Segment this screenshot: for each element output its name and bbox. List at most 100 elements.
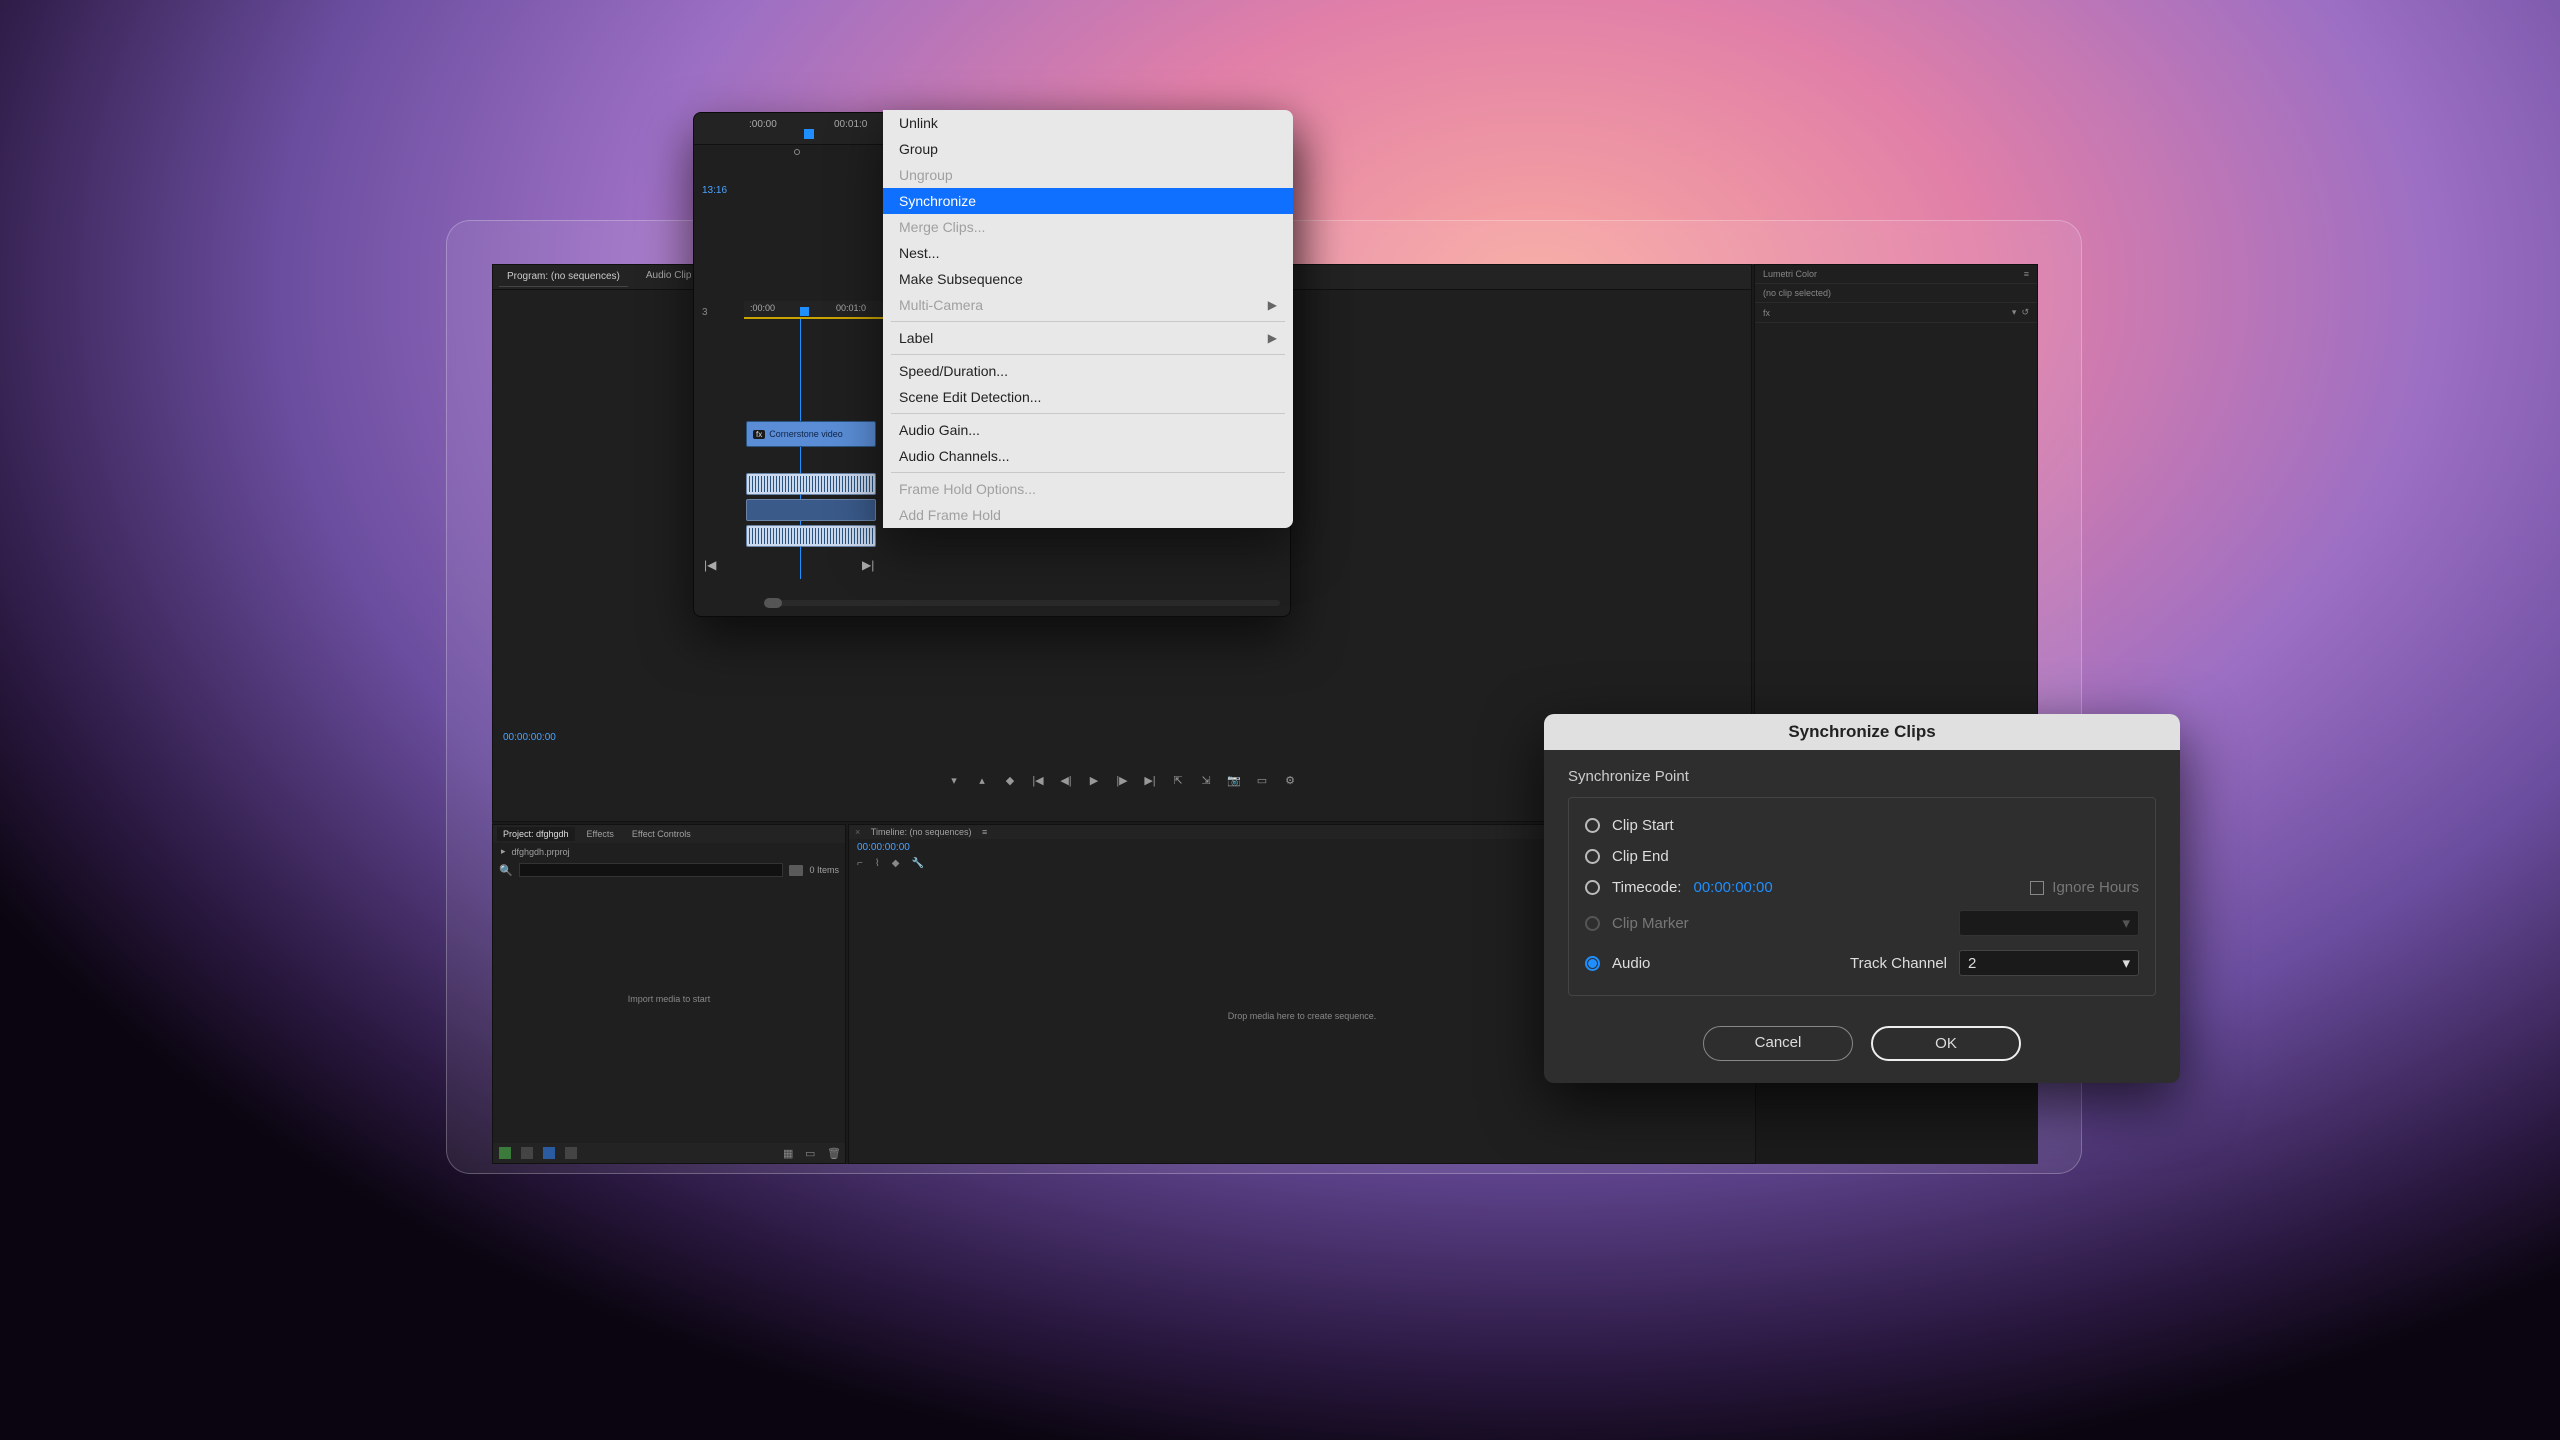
tab-project[interactable]: Project: dfghgdh xyxy=(497,827,575,841)
playhead-marker-icon[interactable] xyxy=(804,129,814,139)
menu-item-label[interactable]: Label▶ xyxy=(883,325,1293,351)
project-item-count: 0 Items xyxy=(809,865,839,875)
dialog-title: Synchronize Clips xyxy=(1544,714,2180,750)
track-channel-select[interactable]: 2 ▾ xyxy=(1959,950,2139,976)
ruler-tick: 00:01:0 xyxy=(836,303,866,313)
menu-item-synchronize[interactable]: Synchronize xyxy=(883,188,1293,214)
label-clip-marker: Clip Marker xyxy=(1612,915,1689,932)
step-fwd-icon[interactable]: |▶ xyxy=(1115,774,1129,787)
settings-icon[interactable]: ⚙ xyxy=(1283,774,1297,787)
mark-in-icon[interactable]: ▾ xyxy=(947,774,961,787)
radio-audio[interactable] xyxy=(1585,956,1600,971)
checkbox-ignore-hours[interactable] xyxy=(2030,881,2044,895)
freeform-view-icon[interactable] xyxy=(543,1147,555,1159)
tab-effect-controls[interactable]: Effect Controls xyxy=(626,827,697,841)
menu-separator xyxy=(891,321,1285,322)
menu-item-merge-clips: Merge Clips... xyxy=(883,214,1293,240)
menu-item-label: Multi-Camera xyxy=(899,297,983,313)
add-marker-icon[interactable]: ◆ xyxy=(1003,774,1017,787)
menu-item-group[interactable]: Group xyxy=(883,136,1293,162)
menu-item-label: Merge Clips... xyxy=(899,219,985,235)
tab-effects[interactable]: Effects xyxy=(581,827,620,841)
new-item-icon[interactable]: ▦ xyxy=(783,1147,795,1159)
audio-clip-1[interactable] xyxy=(746,473,876,495)
label-track-channel: Track Channel xyxy=(1850,955,1947,972)
step-back-icon[interactable]: ◀| xyxy=(1059,774,1073,787)
video-clip[interactable]: fx Cornerstone video xyxy=(746,421,876,447)
lumetri-fx: fx xyxy=(1763,308,1770,318)
search-icon: 🔍 xyxy=(499,864,513,877)
skip-start-icon[interactable]: |◀ xyxy=(704,558,716,572)
menu-item-audio-channels[interactable]: Audio Channels... xyxy=(883,443,1293,469)
clip-marker-select: ▾ xyxy=(1959,910,2139,936)
marker-icon[interactable]: ◆ xyxy=(892,858,900,869)
playhead-marker-icon[interactable] xyxy=(800,307,809,316)
radio-timecode[interactable] xyxy=(1585,880,1600,895)
lift-icon[interactable]: ⇱ xyxy=(1171,774,1185,787)
timeline-title[interactable]: Timeline: (no sequences) xyxy=(871,827,972,837)
radio-clip-start[interactable] xyxy=(1585,818,1600,833)
menu-item-scene-edit-detection[interactable]: Scene Edit Detection... xyxy=(883,384,1293,410)
menu-item-label: Frame Hold Options... xyxy=(899,481,1036,497)
extract-icon[interactable]: ⇲ xyxy=(1199,774,1213,787)
project-empty-message: Import media to start xyxy=(493,994,845,1004)
menu-item-nest[interactable]: Nest... xyxy=(883,240,1293,266)
program-timecode: 00:00:00:00 xyxy=(503,732,556,743)
menu-item-label: Nest... xyxy=(899,245,939,261)
chevron-down-icon[interactable]: ▾ xyxy=(2012,307,2017,317)
menu-item-label: Ungroup xyxy=(899,167,953,183)
ok-button[interactable]: OK xyxy=(1871,1026,2021,1061)
linked-sel-icon[interactable]: ⌇ xyxy=(875,858,880,869)
timeline-scrollbar[interactable] xyxy=(764,600,1280,606)
radio-clip-end[interactable] xyxy=(1585,849,1600,864)
audio-clip-3[interactable] xyxy=(746,525,876,547)
icon-view-icon[interactable] xyxy=(521,1147,533,1159)
menu-item-label: Speed/Duration... xyxy=(899,363,1008,379)
go-out-icon[interactable]: ▶| xyxy=(1143,774,1157,787)
zoom-slider[interactable] xyxy=(565,1147,577,1159)
ruler-tick: :00:00 xyxy=(750,303,775,313)
snap-icon[interactable]: ⌐ xyxy=(857,858,863,869)
new-bin-icon-2[interactable]: ▭ xyxy=(805,1147,817,1159)
tab-program[interactable]: Program: (no sequences) xyxy=(499,267,628,287)
skip-end-icon[interactable]: ▶| xyxy=(862,558,874,572)
menu-item-speed-duration[interactable]: Speed/Duration... xyxy=(883,358,1293,384)
submenu-arrow-icon: ▶ xyxy=(1268,298,1277,312)
reset-icon[interactable]: ↺ xyxy=(2021,307,2029,317)
timecode-value[interactable]: 00:00:00:00 xyxy=(1693,879,1772,896)
list-view-icon[interactable] xyxy=(499,1147,511,1159)
label-timecode: Timecode: xyxy=(1612,879,1681,896)
play-icon[interactable]: ▶ xyxy=(1087,774,1101,787)
mark-out-icon[interactable]: ▴ xyxy=(975,774,989,787)
lumetri-title[interactable]: Lumetri Color xyxy=(1763,269,1817,279)
audio-clip-2[interactable] xyxy=(746,499,876,521)
menu-item-unlink[interactable]: Unlink xyxy=(883,110,1293,136)
menu-item-audio-gain[interactable]: Audio Gain... xyxy=(883,417,1293,443)
radio-clip-marker xyxy=(1585,916,1600,931)
wrench-icon[interactable]: 🔧 xyxy=(911,858,923,869)
bin-icon: ▸ xyxy=(501,846,506,857)
compare-icon[interactable]: ▭ xyxy=(1255,774,1269,787)
scrub-handle-icon[interactable] xyxy=(794,149,800,155)
overlay-timecode: 13:16 xyxy=(702,185,727,196)
menu-item-make-subsequence[interactable]: Make Subsequence xyxy=(883,266,1293,292)
project-search-input[interactable] xyxy=(519,863,784,877)
label-clip-start: Clip Start xyxy=(1612,817,1674,834)
trash-icon[interactable]: 🗑 xyxy=(827,1147,839,1159)
menu-item-ungroup: Ungroup xyxy=(883,162,1293,188)
go-in-icon[interactable]: |◀ xyxy=(1031,774,1045,787)
export-frame-icon[interactable]: 📷 xyxy=(1227,774,1241,787)
panel-menu-icon[interactable]: ≡ xyxy=(982,827,987,837)
menu-item-label: Audio Gain... xyxy=(899,422,980,438)
lumetri-status: (no clip selected) xyxy=(1763,288,1831,298)
clip-context-menu: Unlink Group Ungroup Synchronize Merge Clips… xyxy=(883,110,1293,528)
new-bin-icon[interactable] xyxy=(789,865,803,876)
panel-menu-icon[interactable]: ≡ xyxy=(2024,269,2029,279)
project-bin-name[interactable]: dfghgdh.prproj xyxy=(512,847,570,857)
track-channel-value: 2 xyxy=(1968,955,1976,972)
dialog-section-label: Synchronize Point xyxy=(1568,768,2156,785)
menu-item-label: Group xyxy=(899,141,938,157)
menu-item-label: Scene Edit Detection... xyxy=(899,389,1041,405)
timeline-menu-icon[interactable]: × xyxy=(855,827,860,837)
cancel-button[interactable]: Cancel xyxy=(1703,1026,1853,1061)
